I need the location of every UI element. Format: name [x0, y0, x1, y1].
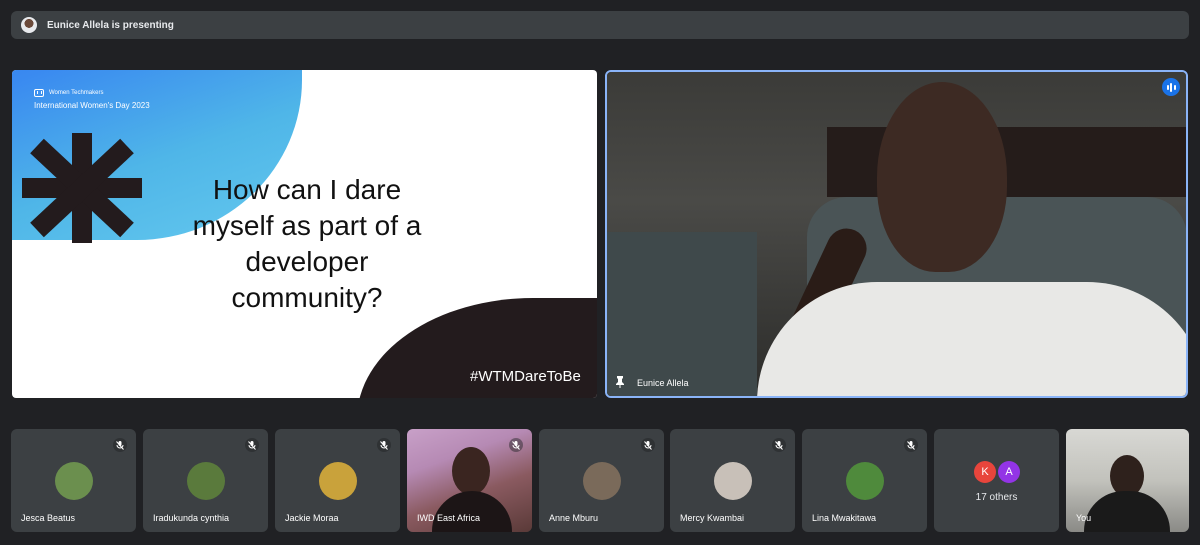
- participant-name: Mercy Kwambai: [680, 513, 745, 523]
- participant-name: Iradukunda cynthia: [153, 513, 230, 523]
- slide-title: How can I dare myself as part of a devel…: [192, 174, 422, 313]
- video-person: [452, 447, 490, 495]
- avatar: [186, 462, 225, 500]
- avatar: [582, 462, 621, 500]
- others-avatars: K A: [974, 461, 1020, 483]
- video-person: [757, 282, 1186, 396]
- mic-off-icon: [377, 438, 391, 452]
- main-speaker-video[interactable]: Eunice Allela: [605, 70, 1188, 398]
- participant-name: Lina Mwakitawa: [812, 513, 877, 523]
- others-tile[interactable]: K A 17 others: [934, 429, 1059, 532]
- avatar: A: [998, 461, 1020, 483]
- speaker-name: Eunice Allela: [637, 378, 689, 388]
- participant-tile[interactable]: Iradukunda cynthia: [143, 429, 268, 532]
- mic-off-icon: [245, 438, 259, 452]
- self-tile[interactable]: You: [1066, 429, 1189, 532]
- slide-event: International Women's Day 2023: [34, 101, 150, 110]
- slide-logo: Women Techmakers: [34, 89, 103, 97]
- presenter-avatar: [21, 17, 37, 33]
- video-person: [877, 82, 1007, 272]
- speaking-indicator-icon: [1162, 78, 1180, 96]
- participant-tile[interactable]: Jackie Moraa: [275, 429, 400, 532]
- participant-tile[interactable]: Anne Mburu: [539, 429, 664, 532]
- asterisk-icon: [22, 133, 142, 243]
- avatar: K: [974, 461, 996, 483]
- participant-name: Jackie Moraa: [285, 513, 339, 523]
- participant-tile[interactable]: Lina Mwakitawa: [802, 429, 927, 532]
- participant-name: IWD East Africa: [417, 513, 481, 523]
- participant-tile[interactable]: Mercy Kwambai: [670, 429, 795, 532]
- participant-name: You: [1076, 513, 1092, 523]
- presenting-text: Eunice Allela is presenting: [47, 19, 174, 31]
- mic-off-icon: [641, 438, 655, 452]
- slide-brand: Women Techmakers: [49, 90, 104, 96]
- avatar: [713, 462, 752, 500]
- video-background: [607, 232, 757, 396]
- presentation-slide[interactable]: Women Techmakers International Women's D…: [12, 70, 597, 398]
- others-count: 17 others: [975, 492, 1018, 503]
- participant-name: Anne Mburu: [549, 513, 599, 523]
- mic-off-icon: [509, 438, 523, 452]
- presenting-banner: Eunice Allela is presenting: [11, 11, 1189, 39]
- avatar: [54, 462, 93, 500]
- mic-off-icon: [772, 438, 786, 452]
- wtm-logo-icon: [34, 89, 44, 97]
- avatar: [845, 462, 884, 500]
- slide-hashtag: #WTMDareToBe: [470, 368, 581, 385]
- participant-tile[interactable]: Jesca Beatus: [11, 429, 136, 532]
- mic-off-icon: [113, 438, 127, 452]
- pin-icon[interactable]: [615, 376, 625, 388]
- participant-name: Jesca Beatus: [21, 513, 76, 523]
- participant-tile[interactable]: IWD East Africa: [407, 429, 532, 532]
- mic-off-icon: [904, 438, 918, 452]
- avatar: [318, 462, 357, 500]
